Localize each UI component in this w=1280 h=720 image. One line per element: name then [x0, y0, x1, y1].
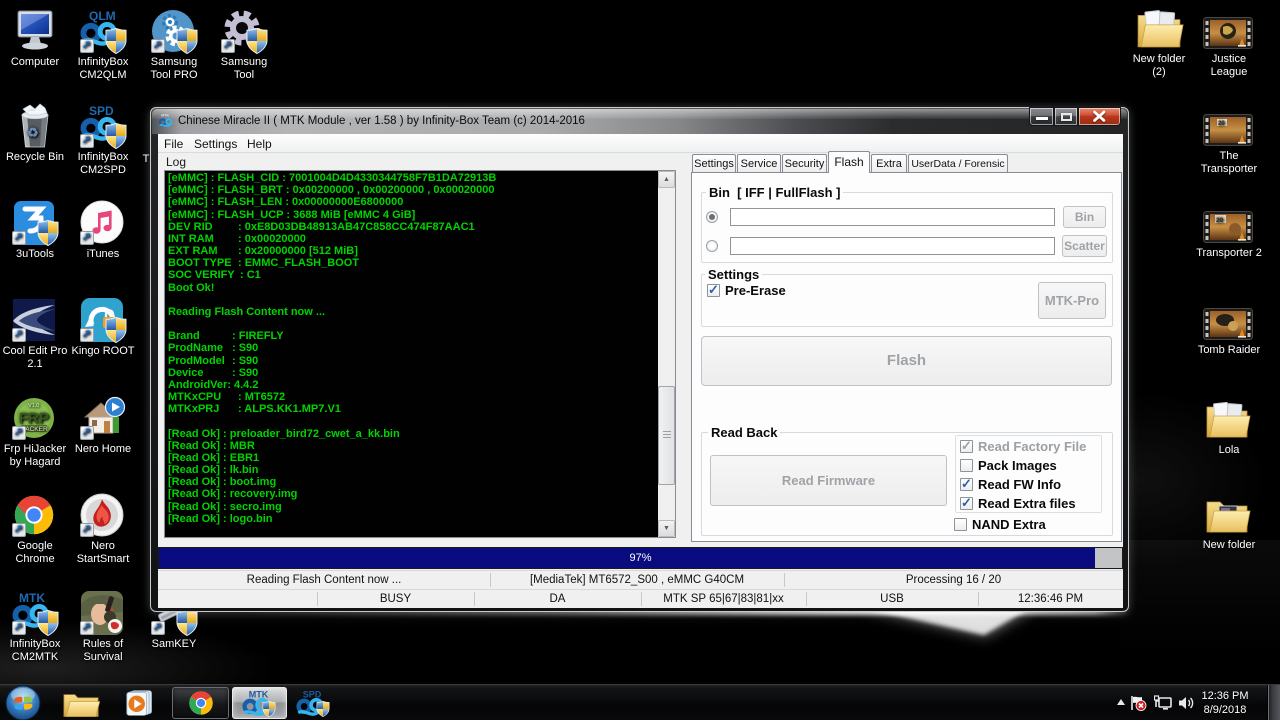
svg-text:V1.0: V1.0	[28, 403, 39, 409]
svg-text:♻: ♻	[27, 125, 39, 140]
svg-text:SPD: SPD	[89, 104, 114, 118]
svg-text:MTK: MTK	[19, 591, 45, 605]
svg-text:SPD: SPD	[303, 689, 322, 699]
svg-text:20: 20	[1218, 121, 1225, 127]
svg-text:MTK: MTK	[161, 114, 169, 118]
svg-text:QLM: QLM	[89, 9, 116, 23]
svg-text:MTK: MTK	[249, 689, 269, 699]
svg-text:20: 20	[1216, 217, 1224, 224]
svg-text:FRP: FRP	[19, 410, 49, 427]
